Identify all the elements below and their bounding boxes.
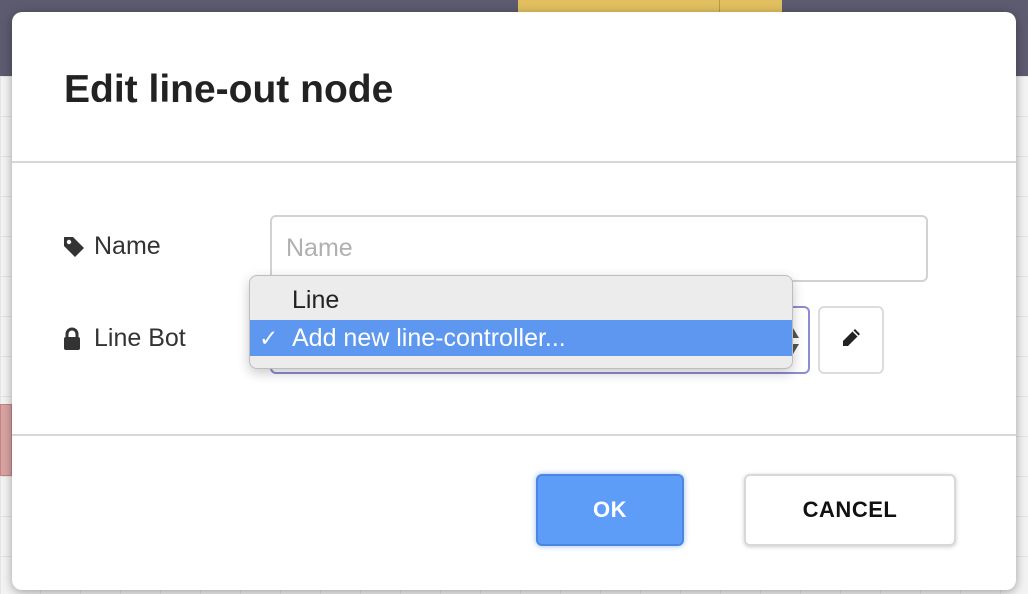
checkmark-icon: ✓ [259,325,279,351]
background-node [0,404,12,476]
name-input[interactable] [270,215,928,282]
option-label: Add new line-controller... [292,324,566,352]
cancel-button[interactable]: CANCEL [744,474,956,546]
lock-icon [62,327,86,351]
ok-button[interactable]: OK [536,474,684,546]
option-label: Line [292,286,340,314]
tag-icon [62,235,86,259]
edit-line-bot-button[interactable] [818,306,884,374]
edit-node-dialog: Edit line-out node Name Line Bot [12,12,1016,590]
pencil-icon [840,327,862,354]
dropdown-option-line[interactable]: Line [250,282,792,318]
footer-divider [12,434,1016,436]
line-bot-dropdown-menu: Line ✓ Add new line-controller... [249,275,793,369]
name-label: Name [62,232,161,261]
dropdown-option-add-new[interactable]: ✓ Add new line-controller... [250,320,792,356]
dialog-title: Edit line-out node [64,68,394,111]
line-bot-label: Line Bot [62,324,186,353]
line-bot-label-text: Line Bot [94,324,186,352]
name-label-text: Name [94,232,161,260]
header-divider [12,161,1016,163]
